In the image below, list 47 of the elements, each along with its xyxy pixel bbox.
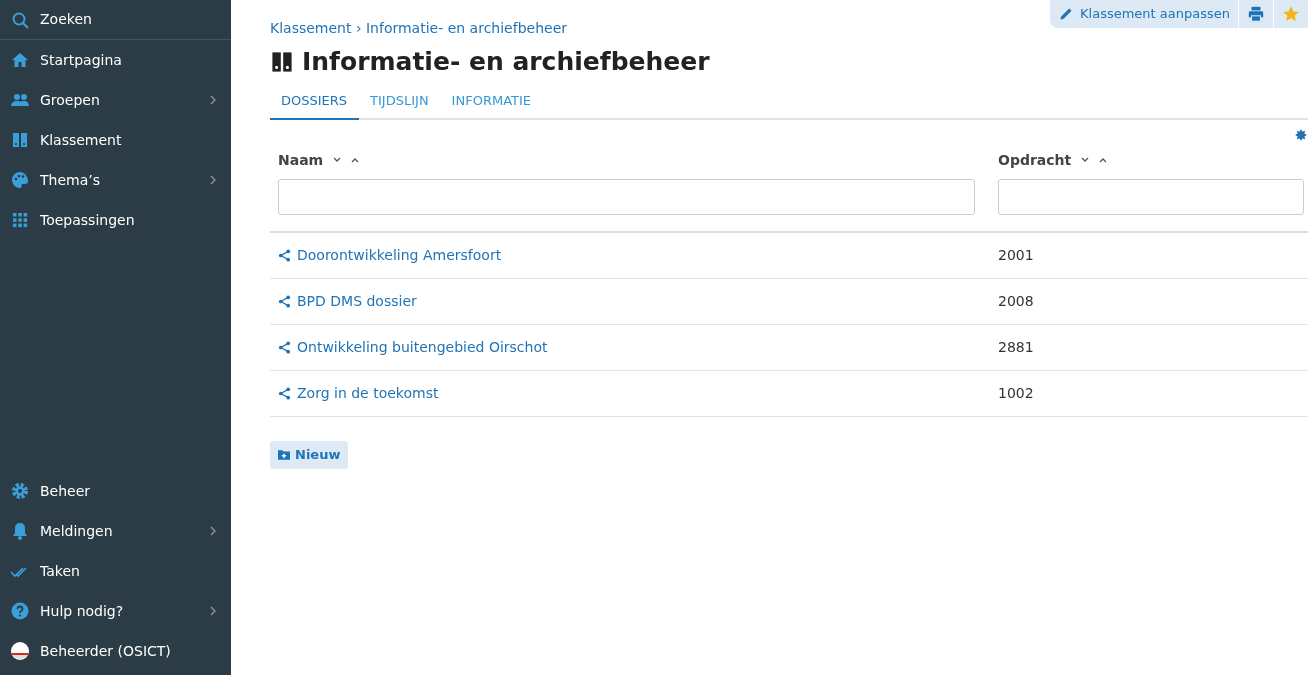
sidebar-item[interactable]: Beheer bbox=[0, 471, 231, 511]
settings-icon bbox=[10, 481, 30, 501]
folder-plus-icon bbox=[278, 449, 290, 460]
column-header[interactable]: Naam bbox=[278, 149, 324, 171]
binders-icon bbox=[10, 130, 30, 150]
sidebar-item[interactable]: Groepen bbox=[0, 80, 231, 120]
dossier-link[interactable]: Doorontwikkeling Amersfoort bbox=[278, 244, 990, 266]
sidebar-item[interactable]: Klassement bbox=[0, 120, 231, 160]
breadcrumb-link[interactable]: Klassement bbox=[270, 20, 352, 36]
column-header[interactable]: Opdracht bbox=[998, 149, 1072, 171]
share-icon bbox=[278, 294, 291, 308]
help-icon bbox=[10, 601, 30, 621]
filter-field[interactable] bbox=[278, 178, 975, 215]
settings-icon[interactable] bbox=[1294, 127, 1308, 142]
star-icon bbox=[1282, 5, 1300, 23]
dossier-link[interactable]: Zorg in de toekomst bbox=[278, 382, 990, 404]
home-icon bbox=[10, 50, 30, 70]
dossier-link[interactable]: BPD DMS dossier bbox=[278, 290, 990, 312]
share-icon bbox=[278, 386, 291, 400]
sidebar-item[interactable]: Hulp nodig? bbox=[0, 591, 231, 631]
edit-button[interactable]: Klassement aanpassen bbox=[1050, 0, 1238, 28]
sidebar-item[interactable]: Taken bbox=[0, 551, 231, 591]
palette-icon bbox=[10, 170, 30, 190]
sidebar-item[interactable]: Toepassingen bbox=[0, 200, 231, 240]
bell-icon bbox=[10, 521, 30, 541]
sidebar-item[interactable]: Startpagina bbox=[0, 40, 231, 80]
table-cell: 1002 bbox=[998, 384, 1034, 401]
binders-icon bbox=[270, 50, 294, 74]
tab[interactable]: DOSSIERS bbox=[270, 85, 360, 120]
breadcrumb-link[interactable]: Informatie- en archiefbeheer bbox=[365, 20, 567, 36]
sidebar-item[interactable]: Meldingen bbox=[0, 511, 231, 551]
table-cell: 2008 bbox=[998, 292, 1034, 309]
table-cell: 2881 bbox=[998, 338, 1034, 355]
avatar-icon bbox=[10, 641, 30, 661]
breadcrumb-separator: › bbox=[354, 20, 363, 36]
share-icon bbox=[278, 340, 291, 354]
dossier-link[interactable]: Ontwikkeling buitengebied Oirschot bbox=[278, 336, 990, 358]
printer-icon bbox=[1247, 5, 1265, 23]
grid-icon bbox=[10, 210, 30, 230]
page-title: Informatie- en archiefbeheer bbox=[302, 47, 710, 77]
share-icon bbox=[278, 248, 291, 262]
sidebar-item[interactable]: Zoeken bbox=[0, 0, 231, 40]
sidebar-item[interactable]: Thema’s bbox=[0, 160, 231, 200]
filter-field[interactable] bbox=[998, 178, 1304, 215]
new-button[interactable]: Nieuw bbox=[270, 440, 349, 469]
table-cell: 2001 bbox=[998, 246, 1034, 263]
sidebar-item[interactable]: Beheerder (OSICT) bbox=[0, 631, 231, 671]
